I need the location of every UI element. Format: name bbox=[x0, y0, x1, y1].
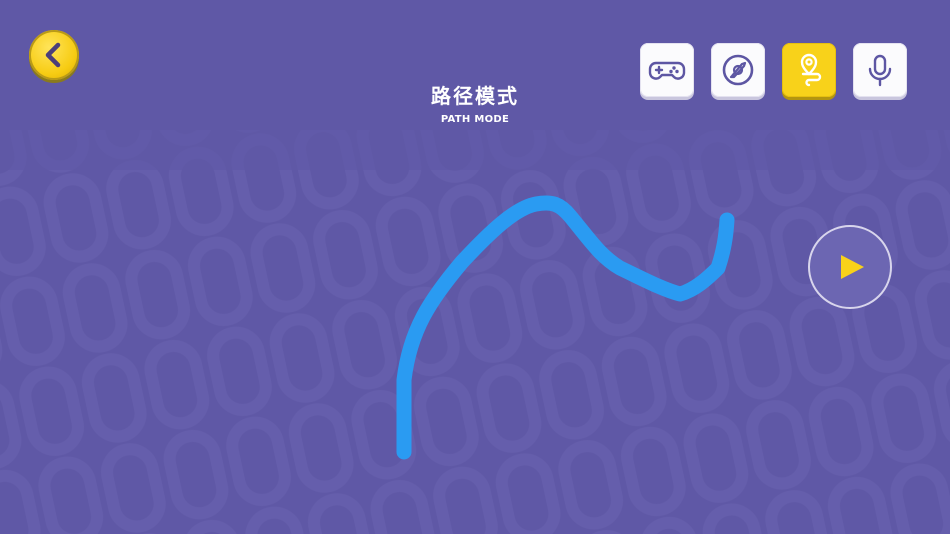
drawn-path bbox=[396, 195, 735, 460]
play-button[interactable] bbox=[808, 225, 892, 309]
play-icon bbox=[841, 255, 864, 279]
